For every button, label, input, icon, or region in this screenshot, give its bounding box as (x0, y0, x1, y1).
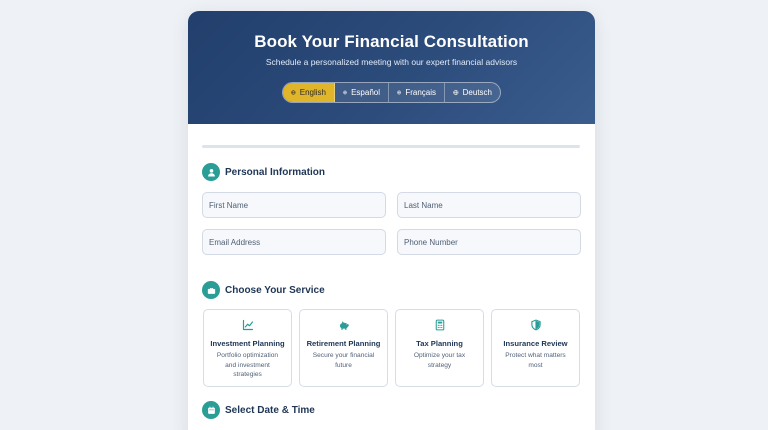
lang-label: English (299, 88, 326, 97)
lang-deutsch-button[interactable]: Deutsch (445, 83, 500, 102)
service-heading: Choose Your Service (202, 281, 325, 299)
shield-icon (530, 319, 541, 331)
service-description: Secure your financial future (312, 352, 375, 369)
datetime-heading: Select Date & Time (202, 401, 315, 419)
service-name: Tax Planning (416, 339, 463, 348)
section-title: Personal Information (225, 166, 326, 178)
service-card-investment[interactable]: Investment Planning Portfolio optimizati… (203, 309, 292, 387)
header-banner: Book Your Financial Consultation Schedul… (188, 11, 595, 124)
service-name: Investment Planning (210, 339, 285, 348)
lang-label: Deutsch (462, 88, 492, 97)
personal-info-heading: Personal Information (202, 163, 325, 181)
calculator-icon (435, 319, 444, 331)
lang-label: Français (405, 88, 436, 97)
section-title: Choose Your Service (225, 284, 325, 296)
piggy-bank-icon (339, 321, 349, 330)
globe-icon (453, 89, 459, 96)
service-card-retirement[interactable]: Retirement Planning Secure your financia… (299, 309, 388, 387)
chart-line-icon (242, 319, 253, 331)
lang-english-button[interactable]: English (283, 83, 335, 102)
last-name-input[interactable] (397, 192, 581, 218)
service-description: Optimize your tax strategy (413, 352, 466, 369)
progress-bar (202, 145, 580, 148)
user-icon (207, 168, 215, 176)
section-badge (202, 163, 220, 181)
service-card-insurance[interactable]: Insurance Review Protect what matters mo… (491, 309, 580, 387)
globe-icon (397, 90, 402, 95)
service-name: Retirement Planning (306, 339, 381, 348)
booking-card: Book Your Financial Consultation Schedul… (188, 11, 595, 430)
service-description: Portfolio optimization and investment st… (216, 352, 279, 378)
service-card-tax[interactable]: Tax Planning Optimize your tax strategy (395, 309, 484, 387)
globe-icon (343, 90, 347, 95)
briefcase-icon (207, 287, 215, 294)
service-name: Insurance Review (503, 339, 568, 348)
phone-input[interactable] (397, 229, 581, 255)
section-badge (202, 281, 220, 299)
lang-francais-button[interactable]: Français (389, 83, 445, 102)
calendar-icon (207, 406, 215, 414)
page-subtitle: Schedule a personalized meeting with our… (265, 57, 518, 67)
section-title: Select Date & Time (225, 404, 315, 416)
globe-icon (291, 90, 296, 95)
lang-label: Español (351, 88, 380, 97)
lang-espanol-button[interactable]: Español (335, 83, 389, 102)
first-name-input[interactable] (202, 192, 386, 218)
service-description: Protect what matters most (505, 352, 566, 369)
language-switcher: English Español Français Deutsch (282, 82, 501, 103)
page-title: Book Your Financial Consultation (254, 32, 529, 51)
section-badge (202, 401, 220, 419)
email-input[interactable] (202, 229, 386, 255)
